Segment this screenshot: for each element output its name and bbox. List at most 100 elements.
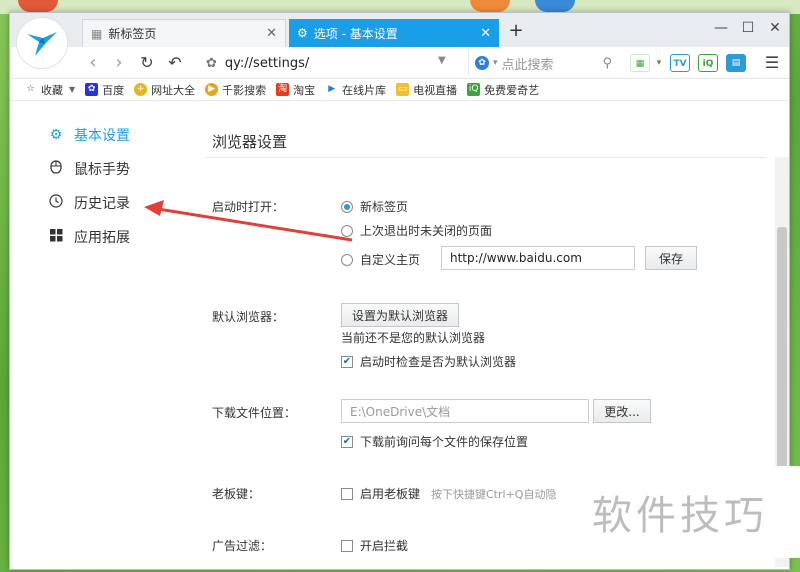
set-default-browser-button[interactable]: 设置为默认浏览器 — [341, 303, 459, 327]
sidebar-item-label: 基本设置 — [74, 128, 130, 144]
tv-live-icon: ▭ — [396, 83, 410, 96]
sidebar-item-mouse-gestures[interactable]: 鼠标手势 — [48, 157, 130, 181]
check-default-on-start[interactable]: ✔ 启动时检查是否为默认浏览器 — [341, 353, 516, 370]
tab-label: 新标签页 — [108, 27, 157, 41]
film-library-icon: ▶ — [328, 84, 336, 94]
tab-bar: ▦ 新标签页 ✕ ⚙ 选项 - 基本设置 ✕ + — ☐ ✕ — [10, 13, 789, 47]
navigation-bar: ‹ › ↻ ↶ ✿ qy://settings/ ▼ ✿ ▾ 点此搜索 ⚲ ▦ … — [10, 47, 789, 79]
sidebar-item-extensions[interactable]: 应用拓展 — [48, 225, 130, 249]
clock-icon — [48, 194, 64, 212]
bookmark-label: 网址大全 — [151, 83, 196, 97]
bookmark-label: 免费爱奇艺 — [484, 83, 540, 97]
bookmark-taobao[interactable]: 淘 淘宝 — [276, 82, 315, 98]
enable-ad-filter[interactable]: 开启拦截 — [341, 537, 408, 554]
search-engine-icon[interactable]: ✿ — [475, 56, 489, 70]
refresh-button[interactable]: ↻ — [136, 52, 158, 74]
search-box[interactable]: ✿ ▾ 点此搜索 ⚲ — [468, 51, 616, 75]
mouse-icon — [48, 160, 64, 178]
iqiyi-icon: iQ — [467, 83, 481, 96]
forward-button[interactable]: › — [108, 52, 130, 74]
sidebar-item-history[interactable]: 历史记录 — [48, 191, 130, 215]
page-title: 浏览器设置 — [212, 133, 288, 151]
new-tab-button[interactable]: + — [506, 21, 526, 41]
download-path-input[interactable]: E:\OneDrive\文档 — [341, 399, 589, 423]
change-download-path-button[interactable]: 更改... — [593, 399, 651, 423]
bookmark-video-search[interactable]: ▶ 千影搜索 — [205, 82, 266, 98]
checkbox-label: 启用老板键 — [360, 487, 421, 501]
close-icon[interactable]: ✕ — [480, 26, 491, 41]
chevron-down-icon[interactable]: ▾ — [493, 58, 498, 68]
checkbox[interactable]: ✔ — [341, 435, 353, 448]
save-homepage-button[interactable]: 保存 — [645, 246, 697, 270]
bookmark-label: 在线片库 — [342, 83, 387, 97]
startup-option-homepage[interactable]: 自定义主页 — [341, 251, 420, 268]
annotation-arrow — [144, 200, 353, 242]
tab-label: 选项 - 基本设置 — [313, 26, 398, 41]
chevron-down-icon: ▼ — [69, 85, 76, 94]
window-close-button[interactable]: ✕ — [764, 17, 786, 39]
radio-label: 自定义主页 — [360, 253, 421, 267]
checkbox-label: 启动时检查是否为默认浏览器 — [360, 355, 517, 369]
boss-key-hint: 按下快捷键Ctrl+Q自动隐 — [431, 488, 557, 501]
desktop-app-icon — [535, 0, 575, 12]
calendar-icon[interactable]: ▤ — [726, 54, 746, 72]
enable-boss-key[interactable]: 启用老板键 — [341, 485, 420, 502]
browser-logo[interactable] — [16, 17, 68, 69]
undo-button[interactable]: ↶ — [164, 52, 186, 74]
search-placeholder: 点此搜索 — [501, 57, 554, 73]
startup-option-restore[interactable]: 上次退出时未关闭的页面 — [341, 222, 492, 239]
checkbox-label: 下载前询问每个文件的保存位置 — [360, 435, 529, 449]
bookmark-favorites[interactable]: ☆ 收藏 ▼ — [24, 82, 75, 98]
close-icon[interactable]: ✕ — [266, 26, 277, 41]
bookmark-label: 电视直播 — [413, 83, 458, 97]
apps-icon[interactable]: ▦ — [630, 54, 650, 72]
bookmark-tv-live[interactable]: ▭ 电视直播 — [396, 82, 457, 98]
checkbox[interactable] — [341, 487, 353, 500]
baidu-icon: ✿ — [85, 83, 99, 96]
back-button[interactable]: ‹ — [82, 52, 104, 74]
ask-download-location[interactable]: ✔ 下载前询问每个文件的保存位置 — [341, 433, 528, 450]
sidebar-item-basic-settings[interactable]: ⚙ 基本设置 — [48, 123, 130, 147]
bookmark-label: 千影搜索 — [222, 83, 267, 97]
default-browser-label: 默认浏览器： — [212, 310, 285, 324]
search-icon[interactable]: ⚲ — [602, 56, 612, 71]
bookmark-film-library[interactable]: ▶ 在线片库 — [325, 82, 386, 98]
tab-new-tab[interactable]: ▦ 新标签页 ✕ — [82, 19, 286, 47]
paw-icon: ✿ — [206, 55, 217, 71]
iqiyi-icon[interactable]: iQ — [698, 54, 718, 72]
settings-sidebar: ⚙ 基本设置 鼠标手势 历史记录 应用拓展 — [10, 101, 180, 569]
boss-key-label: 老板键： — [212, 487, 261, 501]
sidebar-item-label: 鼠标手势 — [74, 162, 130, 178]
default-browser-status: 当前还不是您的默认浏览器 — [341, 331, 486, 345]
homepage-url-input[interactable]: http://www.baidu.com — [441, 246, 635, 270]
minimize-button[interactable]: — — [710, 17, 732, 39]
grid-icon — [48, 228, 64, 246]
star-icon: ☆ — [26, 84, 35, 94]
video-search-icon: ▶ — [205, 83, 219, 96]
directory-icon: + — [134, 83, 148, 96]
ad-filter-label: 广告过滤： — [212, 539, 273, 553]
grid-icon: ▦ — [91, 26, 103, 41]
gear-icon: ⚙ — [49, 127, 63, 143]
radio-label: 新标签页 — [360, 200, 409, 214]
bookmark-baidu[interactable]: ✿ 百度 — [85, 82, 124, 98]
bookmark-iqiyi[interactable]: iQ 免费爱奇艺 — [467, 82, 539, 98]
bookmark-directory[interactable]: + 网址大全 — [134, 82, 195, 98]
scrollbar-thumb[interactable] — [777, 227, 787, 487]
address-bar[interactable]: ✿ qy://settings/ — [206, 51, 456, 75]
address-text: qy://settings/ — [224, 55, 310, 71]
apps-dropdown-icon[interactable]: ▾ — [654, 54, 664, 72]
checkbox-label: 开启拦截 — [360, 539, 409, 553]
radio-button[interactable] — [341, 253, 353, 266]
address-dropdown-icon[interactable]: ▼ — [438, 55, 446, 66]
menu-icon[interactable]: ☰ — [762, 54, 782, 72]
tv-icon[interactable]: TV — [670, 54, 690, 72]
checkbox[interactable] — [341, 539, 353, 552]
tab-settings[interactable]: ⚙ 选项 - 基本设置 ✕ — [289, 19, 499, 47]
gear-icon: ⚙ — [297, 26, 308, 40]
maximize-button[interactable]: ☐ — [737, 17, 759, 39]
bookmark-label: 淘宝 — [293, 83, 316, 97]
checkbox[interactable]: ✔ — [341, 355, 353, 368]
sidebar-item-label: 应用拓展 — [74, 230, 130, 246]
desktop-app-icon — [18, 0, 58, 12]
